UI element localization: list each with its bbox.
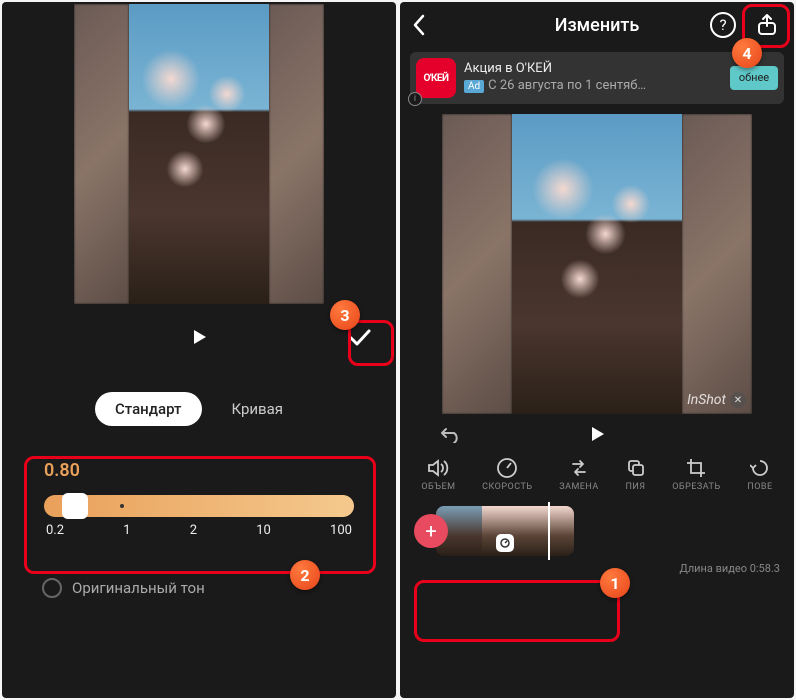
ad-info-icon[interactable]: i — [408, 92, 422, 106]
callout-badge: 3 — [330, 300, 360, 330]
phone-left: Стандарт Кривая 0.80 0.2 1 2 10 100 Ориг… — [2, 2, 396, 698]
crop-icon — [672, 456, 720, 480]
watermark-close-icon[interactable]: ✕ — [730, 392, 746, 408]
tool-label: ПОВЕ — [747, 482, 772, 492]
play-button[interactable] — [588, 425, 606, 443]
tool-label: ОБЪЕМ — [421, 482, 455, 492]
original-tone-toggle[interactable]: Оригинальный тон — [42, 578, 396, 598]
phone-right: Изменить ? i O'КЕЙ Акция в О'КЕЙ Ad С 26 … — [400, 2, 794, 698]
watermark-label: InShot — [687, 392, 726, 408]
speed-icon — [482, 456, 532, 480]
ad-banner[interactable]: i O'КЕЙ Акция в О'КЕЙ Ad С 26 августа по … — [410, 52, 784, 104]
highlight-box — [24, 456, 376, 574]
video-preview: InShot ✕ — [400, 114, 794, 414]
callout-badge: 1 — [600, 568, 630, 598]
play-button[interactable] — [189, 327, 209, 347]
ad-subline: С 26 августа по 1 сентяб… — [488, 78, 646, 93]
clip-thumb[interactable] — [528, 506, 574, 556]
tool-label: ПИЯ — [625, 482, 645, 492]
ad-headline: Акция в О'КЕЙ — [464, 61, 722, 78]
tool-label: ОБРЕЗАТЬ — [672, 482, 720, 492]
rotate-icon — [747, 456, 772, 480]
ad-logo: O'КЕЙ — [416, 58, 456, 98]
tool-volume[interactable]: ОБЪЕМ — [421, 456, 455, 492]
tool-copy[interactable]: ПИЯ — [625, 456, 645, 492]
callout-badge: 2 — [290, 560, 320, 590]
timeline[interactable]: + — [400, 500, 794, 562]
highlight-box — [348, 320, 394, 366]
tool-row: ОБЪЕМ СКОРОСТЬ ЗАМЕНА ПИЯ ОБРЕЗАТЬ ПОВЕ — [400, 454, 794, 500]
replace-icon — [559, 456, 599, 480]
video-preview — [2, 2, 396, 312]
original-tone-label: Оригинальный тон — [72, 579, 205, 597]
tool-crop[interactable]: ОБРЕЗАТЬ — [672, 456, 720, 492]
video-duration: Длина видео 0:58.3 — [679, 562, 780, 575]
tab-standard[interactable]: Стандарт — [95, 392, 202, 426]
page-title: Изменить — [555, 15, 640, 36]
tool-speed[interactable]: СКОРОСТЬ — [482, 456, 532, 492]
add-clip-button[interactable]: + — [414, 514, 448, 548]
tool-replace[interactable]: ЗАМЕНА — [559, 456, 599, 492]
tool-label: СКОРОСТЬ — [482, 482, 532, 492]
radio-off-icon — [42, 578, 62, 598]
tool-more[interactable]: ПОВЕ — [747, 456, 772, 492]
back-button[interactable] — [412, 14, 426, 36]
clip-speed-icon — [496, 534, 514, 552]
copy-icon — [625, 456, 645, 480]
tab-curve[interactable]: Кривая — [212, 392, 304, 426]
clip-thumb-selected[interactable] — [482, 506, 528, 556]
tool-label: ЗАМЕНА — [559, 482, 599, 492]
highlight-box — [414, 580, 620, 642]
ad-badge: Ad — [464, 80, 484, 93]
timeline-playhead[interactable] — [548, 502, 550, 560]
callout-badge: 4 — [732, 38, 762, 68]
ad-cta-button[interactable]: обнее — [730, 66, 778, 90]
help-button[interactable]: ? — [710, 12, 736, 38]
undo-button[interactable] — [440, 425, 462, 443]
timeline-clips[interactable] — [436, 506, 574, 556]
volume-icon — [421, 456, 455, 480]
